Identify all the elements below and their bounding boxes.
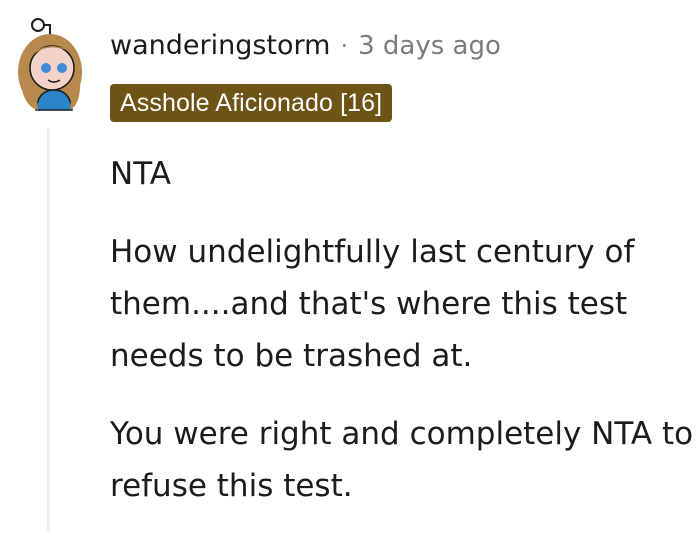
- comment-paragraph: How undelightfully last century of them.…: [110, 234, 635, 374]
- comment-header: wanderingstorm · 3 days ago: [110, 30, 501, 61]
- thread-line[interactable]: [47, 128, 50, 532]
- avatar[interactable]: [14, 16, 98, 112]
- comment-paragraph: You were right and completely NTA to ref…: [110, 416, 694, 504]
- user-flair-badge: Asshole Aficionado [16]: [110, 84, 393, 122]
- comment-paragraph: NTA: [110, 156, 171, 192]
- comment-timestamp[interactable]: 3 days ago: [358, 31, 501, 61]
- author-username[interactable]: wanderingstorm: [110, 30, 330, 61]
- meta-separator: ·: [340, 32, 349, 60]
- snoo-avatar-icon: [18, 18, 82, 111]
- comment-body: NTA How undelightfully last century of t…: [110, 148, 695, 538]
